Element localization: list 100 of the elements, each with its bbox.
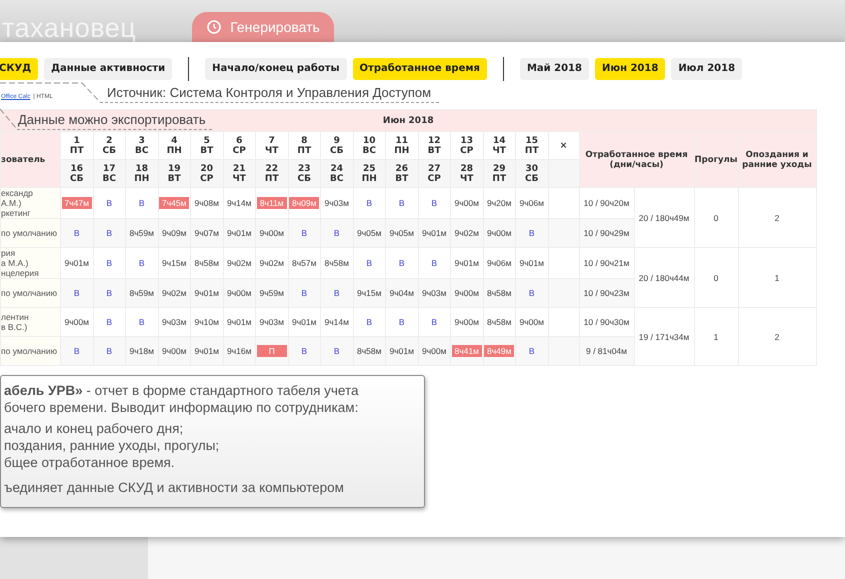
day-header: 29 ПТ [483,160,516,188]
time-cell: В [106,198,112,208]
time-cell: 7ч47м [62,197,92,209]
time-cell: 9ч16м [227,346,252,356]
time-cell: В [528,288,535,298]
time-cell: В [74,346,80,356]
time-cell: В [106,346,112,356]
filter-button[interactable]: Начало/конец работы [205,58,347,80]
time-cell: П [256,345,287,357]
time-cell: 9ч00м [454,288,479,298]
time-cell: 9ч00м [520,317,544,327]
filter-button[interactable]: Данные активности [44,58,172,80]
time-cell: 8ч58м [487,317,512,327]
time-cell: 9ч01м [194,346,219,356]
day-header: 1 ПТ [60,132,93,160]
time-cell: 9ч14м [324,317,349,327]
time-cell: 8ч59м [130,228,154,238]
time-cell: 9ч01м [292,317,316,327]
time-cell: В [74,228,80,238]
late-header: Опоздания и ранние уходы [738,132,816,188]
time-cell: 9ч00м [487,228,512,238]
time-cell: 8ч59м [130,288,154,298]
time-cell: 9ч00м [162,346,186,356]
schedule-name: по умолчанию [0,336,60,366]
feature-item: бщее отработанное время. [4,454,176,471]
time-cell: 9ч00м [454,317,479,327]
time-cell: В [106,258,112,268]
time-cell: 8ч09м [289,197,320,209]
worked-total-cell: 20 / 180ч44м [634,248,694,308]
time-cell: 9ч00м [227,288,252,298]
time-cell: В [138,198,145,208]
day-header: 18 ПН [126,160,158,188]
day-header: 6 СР [223,132,256,160]
day-header: 5 ВТ [190,132,223,160]
time-cell: 9ч14м [227,198,252,208]
time-cell: 9ч02м [162,288,186,298]
day-header: 7 ЧТ [256,132,288,160]
user-column-header: зователь [0,132,60,188]
time-cell: В [106,228,112,238]
employee-name: ександр А.М.) ркетинг [0,188,60,218]
time-cell: В [366,198,372,208]
time-cell: В [74,288,80,298]
time-cell: 9ч15м [357,288,382,298]
feature-item: ачало и конец рабочего дня; [4,420,184,437]
day-header: 14 ЧТ [483,132,516,160]
time-cell: 9ч02м [260,258,284,268]
time-cell: 8ч11м [256,197,287,209]
time-cell: В [138,317,145,327]
day-header: 30 СБ [516,160,548,188]
leader-line [0,108,17,130]
time-cell: 9ч01м [227,317,252,327]
day-header: 20 СР [190,160,223,188]
day-header: 21 ЧТ [223,160,256,188]
time-cell: 9ч59м [260,288,284,298]
time-cell: 9ч03м [162,317,186,327]
day-header: 23 СБ [288,160,320,188]
day-header: 17 ВС [93,160,126,188]
feature-item: поздания, ранние уходы, прогулы; [4,437,220,454]
filter-button[interactable]: Июл 2018 [671,58,742,80]
filter-button[interactable]: Отработанное время [352,58,487,80]
worked-total-cell: 19 / 171ч34м [634,308,694,366]
time-cell: 8ч58м [357,346,382,356]
time-cell: 9ч00м [422,346,446,356]
time-cell: 9ч08м [194,198,219,208]
day-header: 27 СР [418,160,450,188]
day-header: 10 ВС [353,132,386,160]
day-header: 2 СБ [93,132,126,160]
time-cell: В [366,317,372,327]
description-footer: ъединяет данные СКУД и активности за компьютером [4,479,424,496]
time-cell: 9ч18м [130,346,154,356]
time-cell: В [398,258,405,268]
filter-button[interactable]: Май 2018 [520,58,589,80]
schedule-name: по умолчанию [0,278,60,308]
filter-button[interactable]: Июн 2018 [594,58,666,80]
employee-name: рия а М.А.) нцелерия [0,248,60,278]
close-header: × [548,132,579,160]
time-cell: В [431,258,438,268]
time-cell: 9ч02м [454,228,479,238]
time-cell: 9ч10м [194,317,219,327]
time-cell: 9ч09м [162,228,186,238]
time-cell: В [301,228,308,238]
day-header: 26 ВТ [386,160,418,188]
day-header: 22 ПТ [256,160,288,188]
late-cell: 2 [738,308,816,366]
time-cell: 9ч03м [422,288,446,298]
day-header: 9 СБ [320,132,353,160]
absences-cell: 1 [694,308,738,366]
time-cell: В [431,317,438,327]
worked-half-cell: 9 / 81ч04м [579,336,634,366]
time-cell: 9ч04м [390,288,414,298]
time-cell: 9ч01м [422,228,446,238]
absences-cell: 0 [694,188,738,248]
day-header: 13 СР [450,132,483,160]
time-cell: 9ч07м [194,228,219,238]
day-header: 25 ПН [353,160,386,188]
time-cell: В [431,198,438,208]
worked-total-cell: 20 / 180ч49м [634,188,694,248]
day-header: 24 ВС [320,160,353,188]
employee-name: лентин в В.С.) [0,308,60,336]
day-header: 8 ПТ [288,132,320,160]
